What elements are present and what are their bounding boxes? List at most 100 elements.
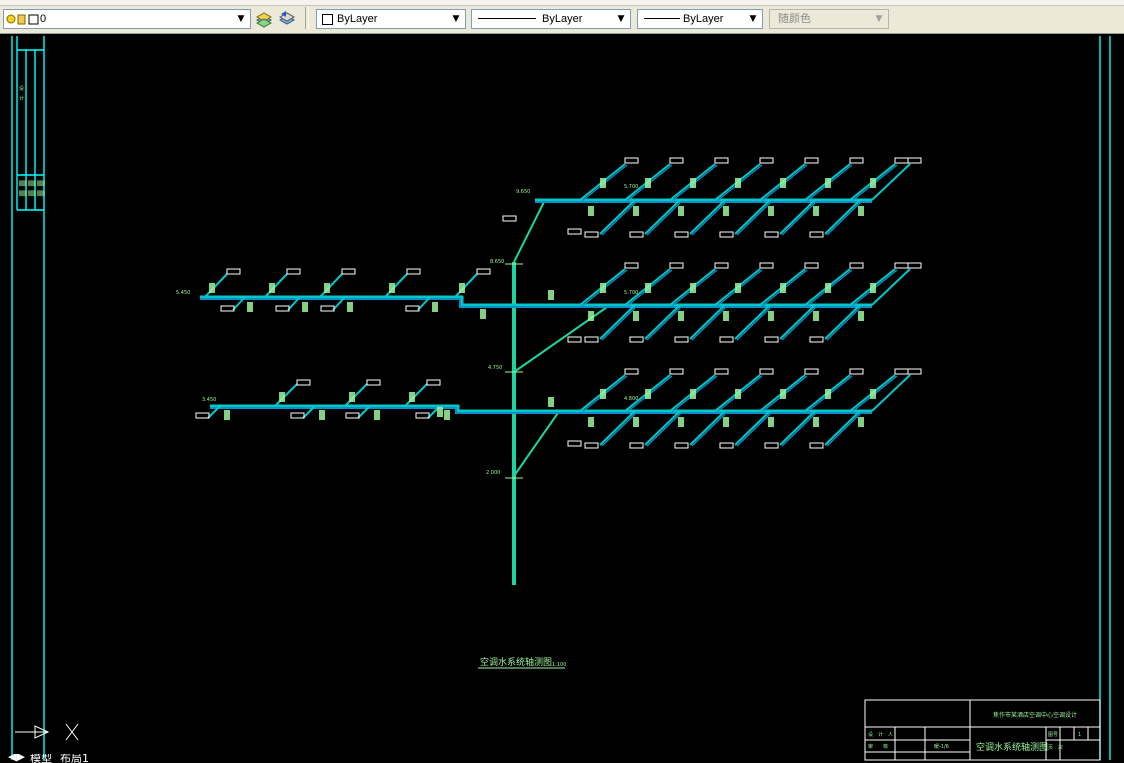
layer-state-icons — [6, 14, 39, 25]
valve-tag — [813, 311, 819, 321]
valve-tag — [645, 389, 651, 399]
tab-nav-arrows[interactable]: ◀▶ — [8, 754, 25, 763]
valve-tag — [780, 178, 786, 188]
valve-tag — [437, 407, 443, 417]
valve-tag — [813, 417, 819, 427]
valve-tag — [780, 389, 786, 399]
valve-tag — [633, 417, 639, 427]
toolbar-top-strip — [0, 0, 1124, 6]
linetype-dropdown[interactable]: ByLayer ▼ — [471, 9, 631, 29]
valve-tag — [444, 410, 450, 420]
drawing-code: 暖-1/6 — [934, 743, 949, 750]
valve-tag — [645, 283, 651, 293]
valve-tag — [858, 311, 864, 321]
elev-left-upper: 5.450 — [176, 290, 190, 296]
valve-tag — [548, 290, 554, 300]
valve-tag — [813, 206, 819, 216]
valve-tag — [723, 417, 729, 427]
plotstyle-dropdown[interactable]: 随颜色 ▼ — [769, 9, 889, 29]
valve-tag — [247, 302, 253, 312]
color-value: ByLayer — [337, 13, 378, 25]
color-dropdown[interactable]: ByLayer ▼ — [316, 9, 466, 29]
svg-text:▒▒: ▒▒ — [37, 190, 45, 197]
valve-tag — [588, 206, 594, 216]
valve-tag — [347, 302, 353, 312]
valve-tag — [870, 389, 876, 399]
valve-tag — [768, 417, 774, 427]
canvas-background — [0, 34, 1124, 763]
drawing-no-label: 图号 — [1048, 732, 1058, 738]
valve-tag — [374, 410, 380, 420]
valve-tag — [678, 206, 684, 216]
valve-tag — [735, 178, 741, 188]
svg-text:计: 计 — [19, 95, 24, 102]
valve-tag — [735, 389, 741, 399]
svg-text:▒▒: ▒▒ — [19, 180, 27, 187]
elev-riser-mid: 4.750 — [488, 365, 502, 371]
valve-tag — [723, 311, 729, 321]
valve-tag — [548, 397, 554, 407]
linetype-value: ByLayer — [542, 13, 583, 25]
tab-layout1[interactable]: 布局1 — [60, 754, 89, 763]
elev-right-upper: 5.700 — [624, 184, 638, 190]
valve-tag — [768, 206, 774, 216]
valve-tag — [480, 309, 486, 319]
valve-tag — [870, 283, 876, 293]
project-name: 焦作市某酒店空调中心空调设计 — [993, 711, 1077, 719]
elev-right-mid: 5.700 — [624, 290, 638, 296]
valve-tag — [409, 392, 415, 402]
layer-name: 0 — [40, 13, 47, 25]
layer-previous-icon[interactable] — [278, 10, 296, 28]
lineweight-value: ByLayer — [683, 13, 724, 25]
sheet-label: 页 次 — [1048, 744, 1063, 751]
drawing-canvas[interactable]: 设计 ▒▒ ▒▒ ▒▒ ▒▒ ▒▒ ▒▒ 9.650 8.650 5.450 4.750… — [0, 34, 1124, 763]
svg-text:▒▒: ▒▒ — [28, 180, 36, 187]
properties-toolbar: 0 ▼ ByLayer ▼ ByLayer ▼ ByLayer ▼ 随颜色 ▼ — [0, 0, 1124, 34]
valve-tag — [633, 311, 639, 321]
svg-text:▒▒: ▒▒ — [37, 180, 45, 187]
valve-tag — [432, 302, 438, 312]
valve-tag — [600, 283, 606, 293]
valve-tag — [768, 311, 774, 321]
valve-tag — [870, 178, 876, 188]
valve-tag — [302, 302, 308, 312]
chevron-down-icon: ▼ — [617, 14, 625, 24]
valve-tag — [690, 178, 696, 188]
chevron-down-icon: ▼ — [237, 14, 245, 24]
valve-tag — [858, 206, 864, 216]
chevron-down-icon: ▼ — [452, 14, 460, 24]
elev-top-branch: 9.650 — [516, 189, 530, 195]
make-layer-current-icon[interactable] — [255, 10, 273, 28]
valve-tag — [678, 311, 684, 321]
chevron-down-icon: ▼ — [749, 14, 757, 24]
valve-tag — [319, 410, 325, 420]
valve-tag — [588, 417, 594, 427]
valve-tag — [600, 178, 606, 188]
lineweight-preview — [644, 18, 680, 19]
elev-low-branch: 3.450 — [202, 397, 216, 403]
plotstyle-value: 随颜色 — [778, 13, 811, 25]
valve-tag — [678, 417, 684, 427]
drawing-scale: 1:100 — [552, 662, 566, 668]
valve-tag — [459, 283, 465, 293]
valve-tag — [825, 389, 831, 399]
tab-model[interactable]: 模型 — [30, 754, 52, 763]
layer-dropdown[interactable]: 0 ▼ — [3, 9, 251, 29]
layout-tabs: ◀▶ 模型 布局1 — [0, 754, 160, 763]
valve-tag — [269, 283, 275, 293]
chevron-down-icon: ▼ — [875, 14, 883, 24]
valve-tag — [209, 283, 215, 293]
valve-tag — [825, 178, 831, 188]
valve-tag — [690, 283, 696, 293]
valve-tag — [723, 206, 729, 216]
valve-tag — [690, 389, 696, 399]
color-swatch — [322, 14, 333, 25]
valve-tag — [825, 283, 831, 293]
svg-text:▒▒: ▒▒ — [19, 190, 27, 197]
elev-riser-top: 8.650 — [490, 259, 504, 265]
linetype-preview — [478, 18, 536, 19]
svg-text:设: 设 — [19, 85, 24, 92]
valve-tag — [633, 206, 639, 216]
lineweight-dropdown[interactable]: ByLayer ▼ — [637, 9, 763, 29]
valve-tag — [224, 410, 230, 420]
